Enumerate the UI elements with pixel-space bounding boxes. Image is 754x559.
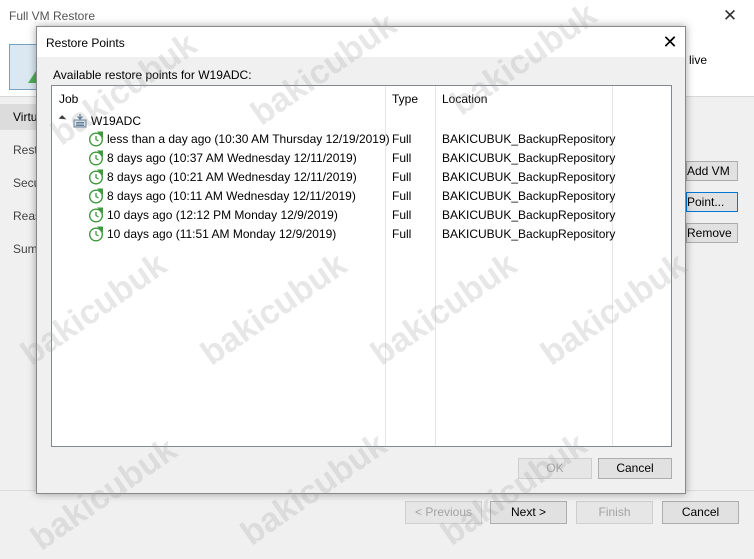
restore-point-location: BAKICUBUK_BackupRepository bbox=[442, 189, 616, 203]
table-row[interactable]: 8 days ago (10:21 AM Wednesday 12/11/201… bbox=[52, 168, 671, 187]
restore-point-type: Full bbox=[392, 208, 412, 222]
point-button[interactable]: Point... bbox=[686, 192, 738, 212]
dialog-close-icon[interactable]: ✕ bbox=[659, 30, 681, 54]
dialog-cancel-button[interactable]: Cancel bbox=[598, 458, 672, 479]
restore-point-name: 10 days ago (11:51 AM Monday 12/9/2019) bbox=[107, 227, 337, 241]
next-button[interactable]: Next > bbox=[490, 501, 567, 524]
restore-point-location: BAKICUBUK_BackupRepository bbox=[442, 227, 616, 241]
restore-point-name: 8 days ago (10:21 AM Wednesday 12/11/201… bbox=[107, 170, 357, 184]
wizard-title: Full VM Restore bbox=[9, 9, 96, 23]
restore-point-clock-icon bbox=[88, 169, 104, 185]
restore-point-location: BAKICUBUK_BackupRepository bbox=[442, 151, 616, 165]
ok-button[interactable]: OK bbox=[518, 458, 592, 479]
tree-node-label: W19ADC bbox=[91, 114, 142, 128]
restore-point-name: 8 days ago (10:37 AM Wednesday 12/11/201… bbox=[107, 151, 357, 165]
restore-point-clock-icon bbox=[88, 150, 104, 166]
step-reason[interactable]: Reason bbox=[0, 203, 38, 229]
wizard-close-icon[interactable]: ✕ bbox=[718, 4, 742, 28]
restore-point-clock-icon bbox=[88, 188, 104, 204]
step-secure-restore[interactable]: Secure bbox=[0, 170, 38, 196]
table-row[interactable]: 8 days ago (10:11 AM Wednesday 12/11/201… bbox=[52, 187, 671, 206]
table-row[interactable]: 10 days ago (12:12 PM Monday 12/9/2019) … bbox=[52, 206, 671, 225]
wizard-header-text: live bbox=[689, 53, 708, 67]
restore-points-grid[interactable]: Job Type Location W19ADC less than a day… bbox=[51, 85, 672, 447]
available-restore-points-label: Available restore points for W19ADC: bbox=[53, 68, 252, 82]
restore-point-location: BAKICUBUK_BackupRepository bbox=[442, 132, 616, 146]
previous-button[interactable]: < Previous bbox=[405, 501, 482, 524]
restore-point-name: 8 days ago (10:11 AM Wednesday 12/11/201… bbox=[107, 189, 356, 203]
restore-point-type: Full bbox=[392, 151, 412, 165]
step-restore-mode[interactable]: Restore bbox=[0, 137, 38, 163]
restore-point-type: Full bbox=[392, 132, 412, 146]
restore-point-name: 10 days ago (12:12 PM Monday 12/9/2019) bbox=[107, 208, 338, 222]
restore-point-location: BAKICUBUK_BackupRepository bbox=[442, 208, 616, 222]
table-row[interactable]: 10 days ago (11:51 AM Monday 12/9/2019) … bbox=[52, 225, 671, 244]
expand-collapse-icon[interactable] bbox=[58, 115, 67, 123]
wizard-steps: Virtual Restore Secure Reason Summary bbox=[0, 97, 38, 487]
restore-point-location: BAKICUBUK_BackupRepository bbox=[442, 170, 616, 184]
step-virtual-machines[interactable]: Virtual bbox=[0, 104, 38, 130]
column-header-location[interactable]: Location bbox=[442, 92, 487, 106]
column-header-job[interactable]: Job bbox=[59, 92, 78, 106]
vm-server-icon bbox=[73, 114, 87, 128]
finish-button[interactable]: Finish bbox=[576, 501, 653, 524]
restore-point-type: Full bbox=[392, 227, 412, 241]
wizard-cancel-button[interactable]: Cancel bbox=[662, 501, 739, 524]
restore-point-type: Full bbox=[392, 189, 412, 203]
add-vm-button[interactable]: Add VM bbox=[686, 161, 738, 181]
restore-point-clock-icon bbox=[88, 207, 104, 223]
restore-point-clock-icon bbox=[88, 131, 104, 147]
dialog-title: Restore Points bbox=[46, 36, 125, 50]
step-summary[interactable]: Summary bbox=[0, 236, 38, 262]
remove-button[interactable]: Remove bbox=[686, 223, 738, 243]
restore-point-type: Full bbox=[392, 170, 412, 184]
restore-points-dialog: Restore Points ✕ Available restore point… bbox=[36, 26, 686, 494]
table-row[interactable]: 8 days ago (10:37 AM Wednesday 12/11/201… bbox=[52, 149, 671, 168]
dialog-titlebar: Restore Points ✕ bbox=[37, 27, 685, 57]
restore-point-name: less than a day ago (10:30 AM Thursday 1… bbox=[107, 132, 390, 146]
table-row[interactable]: less than a day ago (10:30 AM Thursday 1… bbox=[52, 130, 671, 149]
restore-point-clock-icon bbox=[88, 226, 104, 242]
column-header-type[interactable]: Type bbox=[392, 92, 418, 106]
